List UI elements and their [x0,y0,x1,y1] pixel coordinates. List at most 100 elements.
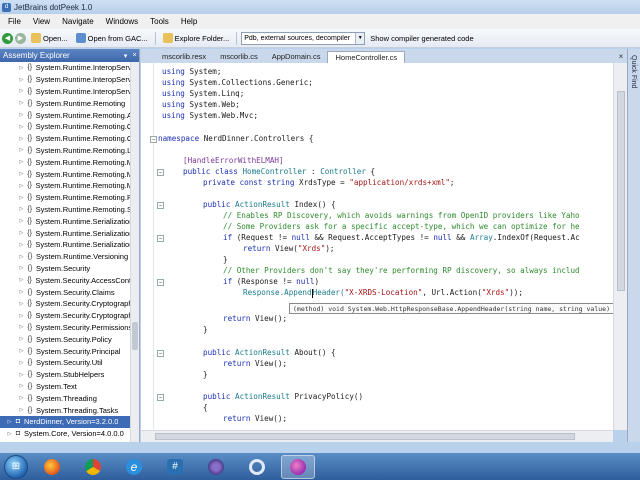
close-tab-icon[interactable]: × [615,51,627,63]
menu-help[interactable]: Help [175,17,203,26]
tree-item[interactable]: ▷{} System.Security.AccessContr [0,274,130,286]
expand-icon[interactable]: ▷ [18,206,25,212]
scrollbar-thumb[interactable] [155,433,575,440]
ie-taskbar-button[interactable]: e [117,455,151,479]
expand-icon[interactable]: ▷ [18,218,25,224]
chevron-down-icon[interactable]: ▼ [355,32,365,44]
show-desktop-button[interactable] [626,461,636,471]
tree-item[interactable]: ▷{} System.Threading [0,392,130,404]
tree-item[interactable]: ▷{} System.Runtime.InteropServ [0,86,130,98]
expand-icon[interactable]: ▷ [18,171,25,177]
tree-item[interactable]: ▷{} System.Threading.Tasks [0,404,130,416]
pin-icon[interactable]: ▾ [121,52,130,60]
menu-view[interactable]: View [27,17,56,26]
expand-icon[interactable]: ▷ [18,383,25,389]
editor-vertical-scrollbar[interactable] [613,63,627,430]
expand-icon[interactable]: ▷ [18,348,25,354]
show-compiler-generated-button[interactable]: Show compiler generated code [367,31,476,46]
tree-item[interactable]: ▷{} System.Runtime.InteropServ [0,62,130,74]
eye-app-taskbar-button[interactable] [199,455,233,479]
fold-toggle-icon[interactable]: − [157,169,164,176]
expand-icon[interactable]: ▷ [18,112,25,118]
expand-icon[interactable]: ▷ [18,65,25,71]
expand-icon[interactable]: ▷ [18,336,25,342]
tree-item[interactable]: ▷{} System.Text [0,381,130,393]
tree-item[interactable]: ▷{} System.Security.Util [0,357,130,369]
expand-icon[interactable]: ▷ [18,277,25,283]
explore-folder-button[interactable]: Explore Folder... [160,31,233,46]
open-from-gac-button[interactable]: Open from GAC... [73,31,151,46]
menu-tools[interactable]: Tools [144,17,175,26]
expand-icon[interactable]: ▷ [18,289,25,295]
tab-homecontroller-cs[interactable]: HomeController.cs [327,51,406,63]
sharp-app-taskbar-button[interactable]: # [158,455,192,479]
expand-icon[interactable]: ▷ [18,195,25,201]
expand-icon[interactable]: ▷ [18,136,25,142]
fold-toggle-icon[interactable]: − [157,350,164,357]
expand-icon[interactable]: ▷ [18,242,25,248]
expand-icon[interactable]: ▷ [18,183,25,189]
fold-toggle-icon[interactable]: − [157,394,164,401]
tree-item[interactable]: ▷{} System.Security.Cryptograph [0,298,130,310]
fold-toggle-icon[interactable]: − [157,202,164,209]
tree-item[interactable]: ▷{} System.Runtime.Remoting.M [0,180,130,192]
tree-item[interactable]: ▷{} System.Security.Permissions [0,322,130,334]
expand-icon[interactable]: ▷ [18,372,25,378]
tree-item[interactable]: ▷{} System.Runtime.Remoting.P [0,192,131,204]
expand-icon[interactable]: ▷ [18,407,25,413]
tab-appdomain-cs[interactable]: AppDomain.cs [265,51,328,63]
tree-item[interactable]: ▷{} System.Security.Cryptograph [0,310,130,322]
tree-item[interactable]: ▷{} System.Security.Principal [0,345,130,357]
quick-find-panel[interactable]: Quick Find [627,49,640,442]
expand-icon[interactable]: ▷ [18,124,25,130]
tree-item[interactable]: ▷{} System.Runtime.Serialization [0,227,130,239]
expand-icon[interactable]: ▷ [18,254,25,260]
tab-mscorlib-resx[interactable]: mscorlib.resx [155,51,213,63]
windows-start-icon[interactable]: ⊞ [4,454,28,479]
scrollbar-thumb[interactable] [132,322,138,350]
explorer-scrollbar[interactable] [130,62,139,442]
menu-windows[interactable]: Windows [100,17,144,26]
open-button[interactable]: Open... [28,31,71,46]
tree-item[interactable]: ▷{} System.Runtime.Versioning [0,251,130,263]
expand-icon[interactable]: ▷ [18,324,25,330]
tree-item[interactable]: ▷{} System.Runtime.Remoting.C [0,133,130,145]
expand-icon[interactable]: ▷ [18,301,25,307]
firefox-taskbar-button[interactable] [35,455,69,479]
tree-item[interactable]: ▷{} System.Runtime.Serialization [0,215,130,227]
tree-item[interactable]: ▷{} System.Runtime.Remoting.L [0,145,130,157]
source-combo[interactable]: Pdb, external sources, decompiler ▼ [241,31,366,45]
code-editor[interactable]: using System; using System.Collections.G… [141,63,613,430]
fold-toggle-icon[interactable]: − [157,279,164,286]
expand-icon[interactable]: ▷ [18,100,25,106]
expand-icon[interactable]: ▷ [18,395,25,401]
tree-item[interactable]: ▷{} System.Runtime.Remoting.C [0,121,130,133]
tree-item[interactable]: ▷{} System.Runtime.Remoting.M [0,156,130,168]
tree-item[interactable]: ▷{} System.Runtime.Remoting.M [0,168,130,180]
expand-icon[interactable]: ▷ [6,419,13,425]
tree-item-nerddinner[interactable]: ▷ ◘ NerdDinner, Version=3.2.0.0 [0,415,130,428]
tree-item[interactable]: ▷{} System.Security.Policy [0,333,130,345]
chrome-taskbar-button[interactable] [76,455,110,479]
menu-file[interactable]: File [2,17,27,26]
tree-item-system-core[interactable]: ▷ ◘ System.Core, Version=4.0.0.0 [0,428,130,440]
back-button[interactable]: ◀ [2,32,13,44]
expand-icon[interactable]: ▷ [18,265,25,271]
fold-toggle-icon[interactable]: − [157,235,164,242]
tree-item[interactable]: ▷{} System.Security.Claims [0,286,130,298]
tree-item[interactable]: ▷{} System.Runtime.Remoting.A [0,109,131,121]
tab-mscorlib-cs[interactable]: mscorlib.cs [213,51,265,63]
expand-icon[interactable]: ▷ [18,313,25,319]
expand-icon[interactable]: ▷ [18,159,25,165]
expand-icon[interactable]: ▷ [18,147,25,153]
menu-navigate[interactable]: Navigate [56,17,100,26]
loop-app-taskbar-button[interactable] [240,455,274,479]
tree-item[interactable]: ▷{} System.Runtime.InteropServ [0,74,130,86]
expand-icon[interactable]: ▷ [18,88,25,94]
close-icon[interactable]: × [130,52,139,59]
dotpeek-taskbar-button[interactable] [281,454,315,479]
tree-item[interactable]: ▷{} System.StubHelpers [0,369,130,381]
fold-toggle-icon[interactable]: − [150,136,157,143]
tree-item[interactable]: ▷{} System.Security [0,263,130,275]
tree-item[interactable]: ▷{} System.Runtime.Remoting [0,97,130,109]
